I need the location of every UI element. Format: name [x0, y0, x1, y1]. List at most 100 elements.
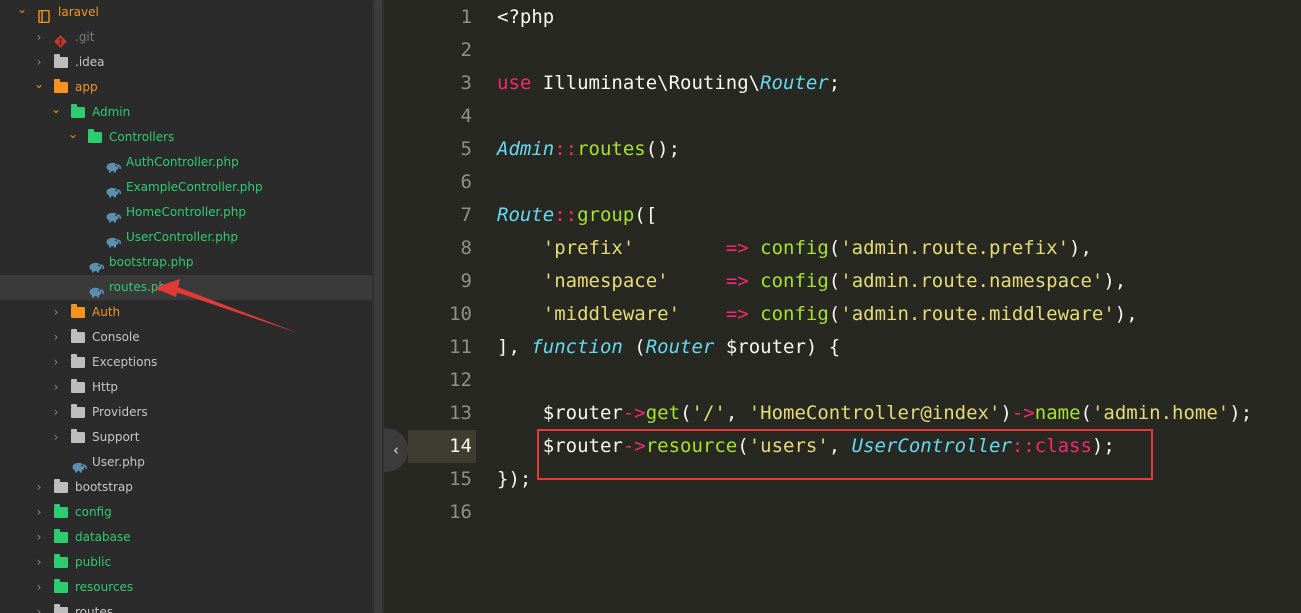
- code-line[interactable]: 'namespace' => config('admin.route.names…: [497, 265, 1126, 298]
- code-line[interactable]: Route::group([: [497, 199, 657, 232]
- tree-item-label: database: [75, 530, 131, 544]
- tree-item-bootstrap[interactable]: › bootstrap: [0, 475, 372, 500]
- tree-item-exceptions[interactable]: › Exceptions: [0, 350, 372, 375]
- code-line[interactable]: use Illuminate\Routing\Router;: [497, 67, 840, 100]
- chevron-right-icon[interactable]: ›: [33, 25, 45, 50]
- code-token: (: [622, 336, 646, 358]
- sidebar-scrollbar-thumb[interactable]: [374, 0, 382, 613]
- folder-icon: [71, 404, 86, 418]
- php-file-icon: [89, 282, 104, 298]
- code-token: ),: [1069, 237, 1092, 259]
- sidebar-scrollbar[interactable]: [372, 0, 384, 613]
- tree-item-public[interactable]: › public: [0, 550, 372, 575]
- chevron-down-icon[interactable]: ⌄: [67, 125, 79, 150]
- php-file-icon: [89, 257, 104, 273]
- line-number: 8: [460, 237, 472, 259]
- chevron-right-icon[interactable]: ›: [50, 375, 62, 400]
- tree-item-homecontroller-php[interactable]: HomeController.php: [0, 200, 372, 225]
- code-token: function: [531, 336, 623, 358]
- line-number: 4: [460, 105, 472, 127]
- tree-item-bootstrap-php[interactable]: bootstrap.php: [0, 250, 372, 275]
- chevron-right-icon[interactable]: ›: [33, 475, 45, 500]
- code-line[interactable]: <?php: [497, 1, 554, 34]
- chevron-right-icon[interactable]: ›: [50, 325, 62, 350]
- tree-item-providers[interactable]: › Providers: [0, 400, 372, 425]
- code-token: 'HomeController@index': [748, 402, 1001, 424]
- code-token: Router: [645, 336, 715, 358]
- folder-icon: [54, 604, 69, 613]
- tree-item-label: Http: [92, 380, 119, 394]
- code-token: 'namespace': [542, 270, 669, 292]
- tree-item-http[interactable]: › Http: [0, 375, 372, 400]
- tree-item-label: .git: [75, 30, 95, 44]
- tree-item-console[interactable]: › Console: [0, 325, 372, 350]
- code-token: Router: [760, 72, 829, 94]
- chevron-down-icon[interactable]: ⌄: [50, 100, 62, 125]
- code-line[interactable]: 'prefix' => config('admin.route.prefix')…: [497, 232, 1092, 265]
- tree-item-label: laravel: [58, 5, 99, 19]
- folder-icon: [88, 129, 103, 143]
- chevron-right-icon[interactable]: ›: [33, 575, 45, 600]
- code-token: ): [1000, 402, 1012, 424]
- code-token: ::: [554, 204, 578, 226]
- tree-item-admin[interactable]: ⌄ Admin: [0, 100, 372, 125]
- chevron-down-icon[interactable]: ⌄: [33, 75, 45, 100]
- code-token: 'admin.route.middleware': [840, 303, 1115, 325]
- code-line[interactable]: 'middleware' => config('admin.route.midd…: [497, 298, 1138, 331]
- code-token: ;: [828, 72, 841, 94]
- code-token: (: [828, 237, 841, 259]
- chevron-right-icon[interactable]: ›: [33, 50, 45, 75]
- folder-icon: [54, 554, 69, 568]
- code-token: $router) {: [714, 336, 841, 358]
- tree-item-idea[interactable]: › .idea: [0, 50, 372, 75]
- code-token: 'admin.home': [1091, 402, 1230, 424]
- tree-item-label: app: [75, 80, 98, 94]
- folder-icon: [71, 329, 86, 343]
- tree-item-examplecontroller-php[interactable]: ExampleController.php: [0, 175, 372, 200]
- folder-icon: [71, 354, 86, 368]
- chevron-right-icon[interactable]: ›: [33, 500, 45, 525]
- code-line[interactable]: });: [497, 463, 531, 496]
- tree-item-user-php[interactable]: User.php: [0, 450, 372, 475]
- tree-item-database[interactable]: › database: [0, 525, 372, 550]
- code-line[interactable]: Admin::routes();: [497, 133, 680, 166]
- line-number: 15: [449, 468, 472, 490]
- tree-item-app[interactable]: ⌄ app: [0, 75, 372, 100]
- chevron-right-icon[interactable]: ›: [33, 550, 45, 575]
- chevron-down-icon[interactable]: ⌄: [16, 0, 28, 25]
- tree-item-auth[interactable]: › Auth: [0, 300, 372, 325]
- folder-icon: [54, 529, 69, 543]
- tree-item-git[interactable]: › .git: [0, 25, 372, 50]
- chevron-right-icon[interactable]: ›: [50, 425, 62, 450]
- tree-item-usercontroller-php[interactable]: UserController.php: [0, 225, 372, 250]
- tree-item-authcontroller-php[interactable]: AuthController.php: [0, 150, 372, 175]
- code-token: Admin: [497, 138, 555, 160]
- folder-icon: [71, 429, 86, 443]
- chevron-right-icon[interactable]: ›: [50, 350, 62, 375]
- tree-item-controllers[interactable]: ⌄ Controllers: [0, 125, 372, 150]
- code-line[interactable]: ], function (Router $router) {: [497, 331, 840, 364]
- tree-item-resources[interactable]: › resources: [0, 575, 372, 600]
- chevron-right-icon[interactable]: ›: [50, 300, 62, 325]
- tree-item-label: routes.php: [109, 280, 174, 294]
- tree-item-label: Auth: [92, 305, 121, 319]
- chevron-right-icon[interactable]: ›: [33, 600, 45, 613]
- code-editor[interactable]: 1 2 3 4 5 6 7 8 9 10 11 12 13 14 15 16 <?php use Illumin…: [384, 0, 1301, 613]
- tree-item-laravel[interactable]: ⌄ laravel: [0, 0, 372, 25]
- tree-item-routes-php[interactable]: routes.php: [0, 275, 372, 300]
- code-line[interactable]: $router->get('/', 'HomeController@index'…: [497, 397, 1252, 430]
- tree-item-support[interactable]: › Support: [0, 425, 372, 450]
- tree-item-config[interactable]: › config: [0, 500, 372, 525]
- code-token: ([: [634, 204, 658, 226]
- code-token: );: [1229, 402, 1253, 424]
- code-token: routes: [577, 138, 646, 160]
- tree-item-routes[interactable]: › routes: [0, 600, 372, 613]
- tree-item-label: ExampleController.php: [126, 180, 263, 194]
- chevron-right-icon[interactable]: ›: [33, 525, 45, 550]
- chevron-right-icon[interactable]: ›: [50, 400, 62, 425]
- chevron-left-icon: ‹: [393, 441, 399, 459]
- code-token: get: [645, 402, 681, 424]
